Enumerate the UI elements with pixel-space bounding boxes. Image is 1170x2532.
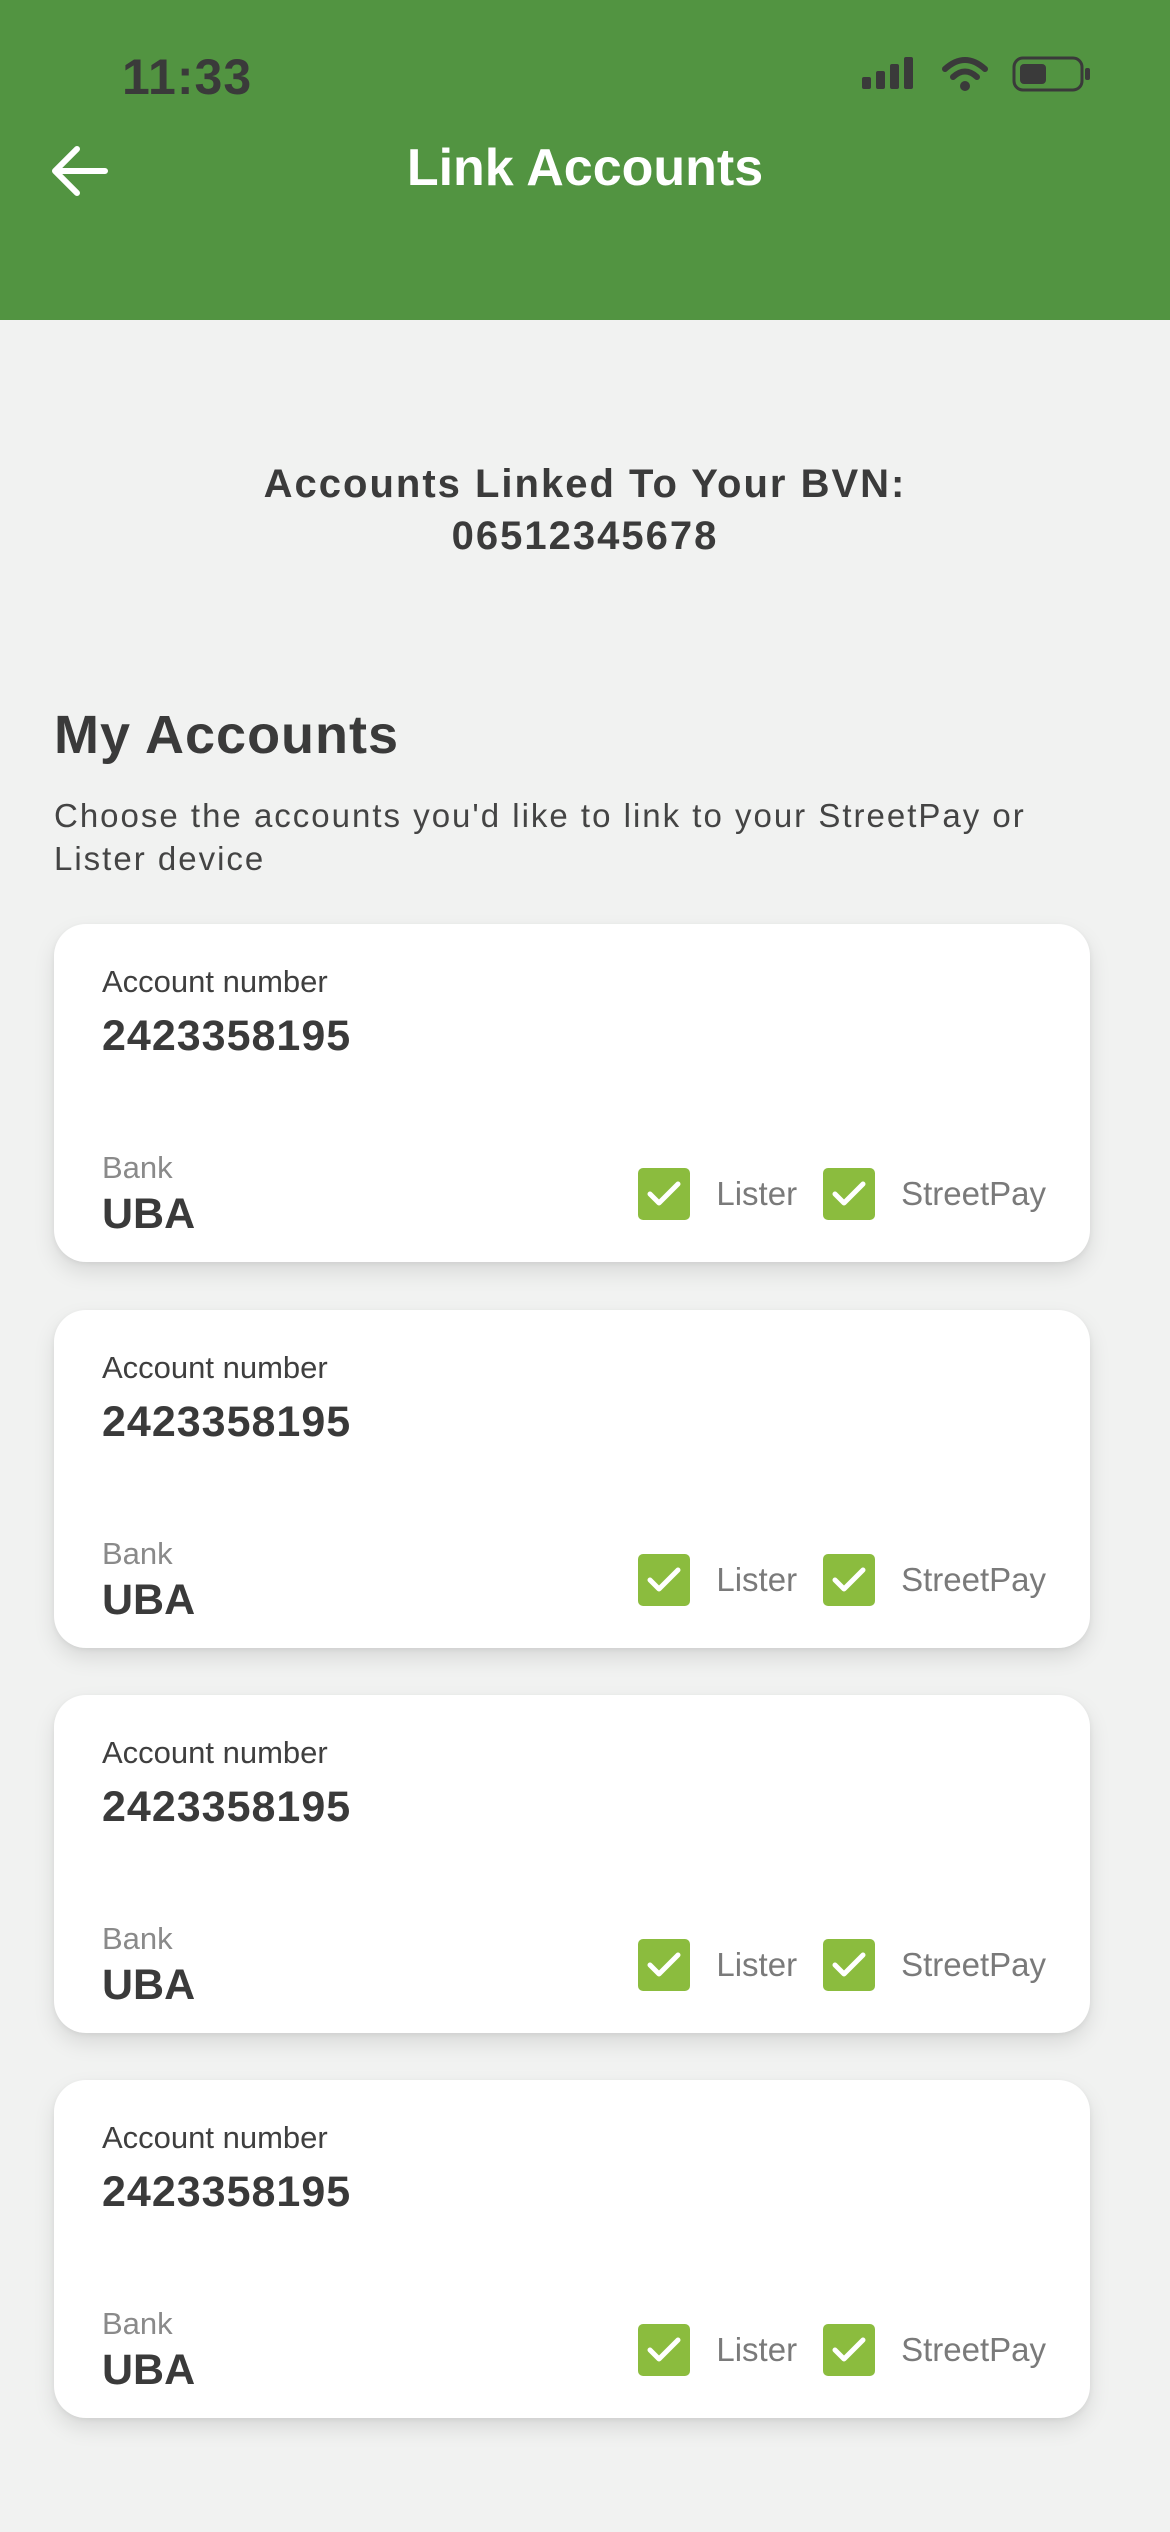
streetpay-checkbox[interactable] [823, 1168, 876, 1220]
app-header: 11:33 Link Accounts [0, 0, 1170, 320]
bvn-heading-label: Accounts Linked To Your BVN: [263, 462, 907, 506]
account-number-label: Account number [102, 2120, 328, 2155]
bank-name: UBA [102, 1576, 196, 1624]
account-number-label: Account number [102, 964, 328, 999]
lister-checkbox[interactable] [638, 1554, 691, 1606]
section-title: My Accounts [54, 705, 400, 765]
account-card: Account number 2423358195 Bank UBA Liste… [54, 1695, 1090, 2033]
bank-name: UBA [102, 1190, 196, 1238]
lister-label: Lister [716, 1561, 798, 1598]
bank-name: UBA [102, 1961, 196, 2009]
bank-label: Bank [102, 2306, 173, 2341]
account-card: Account number 2423358195 Bank UBA Liste… [54, 2080, 1090, 2418]
account-number: 2423358195 [102, 1398, 352, 1446]
check-icon [647, 1567, 681, 1592]
account-number: 2423358195 [102, 1012, 352, 1060]
lister-label: Lister [716, 1175, 798, 1212]
check-icon [832, 1567, 866, 1592]
link-options: Lister StreetPay [638, 2324, 1046, 2376]
lister-label: Lister [716, 2331, 798, 2368]
streetpay-label: StreetPay [901, 1946, 1046, 1983]
lister-checkbox[interactable] [638, 2324, 691, 2376]
bvn-number: 06512345678 [451, 514, 719, 558]
check-icon [647, 2337, 681, 2362]
signal-icon [862, 57, 913, 89]
lister-checkbox[interactable] [638, 1168, 691, 1220]
check-icon [832, 1181, 866, 1206]
status-icons [860, 56, 1092, 92]
account-number-label: Account number [102, 1735, 328, 1770]
link-options: Lister StreetPay [638, 1554, 1046, 1606]
check-icon [832, 2337, 866, 2362]
account-card: Account number 2423358195 Bank UBA Liste… [54, 924, 1090, 1262]
check-icon [647, 1952, 681, 1977]
streetpay-checkbox[interactable] [823, 2324, 876, 2376]
account-number: 2423358195 [102, 1783, 352, 1831]
wifi-icon [942, 57, 988, 91]
check-icon [832, 1952, 866, 1977]
account-number-label: Account number [102, 1350, 328, 1385]
bank-label: Bank [102, 1536, 173, 1571]
lister-checkbox[interactable] [638, 1939, 691, 1991]
bank-name: UBA [102, 2346, 196, 2394]
account-card: Account number 2423358195 Bank UBA Liste… [54, 1310, 1090, 1648]
streetpay-label: StreetPay [901, 1561, 1046, 1598]
page-title: Link Accounts [406, 139, 764, 197]
section-description: Choose the accounts you'd like to link t… [54, 797, 1026, 877]
bvn-heading: Accounts Linked To Your BVN: 06512345678 [0, 458, 1170, 562]
bank-label: Bank [102, 1921, 173, 1956]
status-time: 11:33 [122, 49, 253, 105]
account-number: 2423358195 [102, 2168, 352, 2216]
streetpay-label: StreetPay [901, 2331, 1046, 2368]
bank-label: Bank [102, 1150, 173, 1185]
streetpay-checkbox[interactable] [823, 1939, 876, 1991]
check-icon [647, 1181, 681, 1206]
battery-icon [1012, 56, 1090, 92]
lister-label: Lister [716, 1946, 798, 1983]
streetpay-checkbox[interactable] [823, 1554, 876, 1606]
link-options: Lister StreetPay [638, 1168, 1046, 1220]
streetpay-label: StreetPay [901, 1175, 1046, 1212]
link-options: Lister StreetPay [638, 1939, 1046, 1991]
